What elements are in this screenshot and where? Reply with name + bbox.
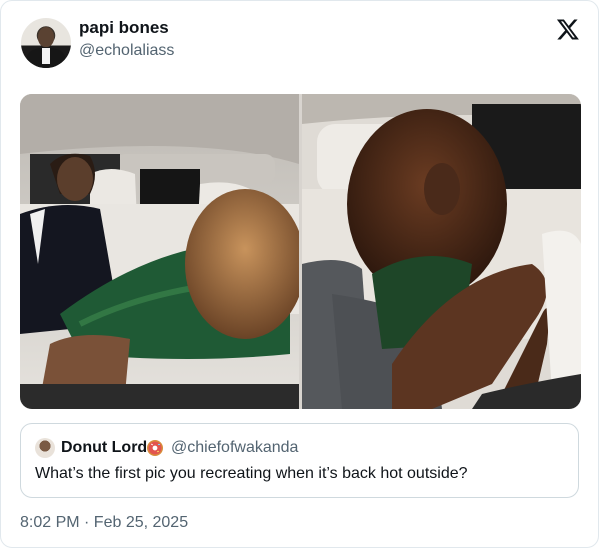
car-interior-photo-right <box>302 94 581 409</box>
author-display-name[interactable]: papi bones <box>79 18 169 38</box>
quoted-post[interactable]: Donut Lord @chiefofwakanda What’s the fi… <box>20 423 579 498</box>
car-interior-photo-left <box>20 94 299 409</box>
quoted-post-text: What’s the first pic you recreating when… <box>35 465 468 482</box>
post-card: papi bones @echolaliass Donut Lord @chie… <box>0 0 599 548</box>
media-photo-right[interactable] <box>302 94 581 409</box>
author-handle[interactable]: @echolaliass <box>79 42 174 60</box>
quoted-author-handle: @chiefofwakanda <box>171 439 299 456</box>
avatar-shirt <box>42 48 50 64</box>
quoted-author-avatar <box>35 438 55 458</box>
donut-icon <box>147 440 163 456</box>
post-timestamp[interactable]: 8:02 PM · Feb 25, 2025 <box>20 514 188 532</box>
post-media[interactable] <box>20 94 581 409</box>
avatar-face <box>38 27 54 47</box>
x-logo-icon[interactable] <box>556 17 580 41</box>
quoted-author-name: Donut Lord <box>61 439 148 456</box>
author-avatar[interactable] <box>21 18 71 68</box>
media-photo-left[interactable] <box>20 94 299 409</box>
